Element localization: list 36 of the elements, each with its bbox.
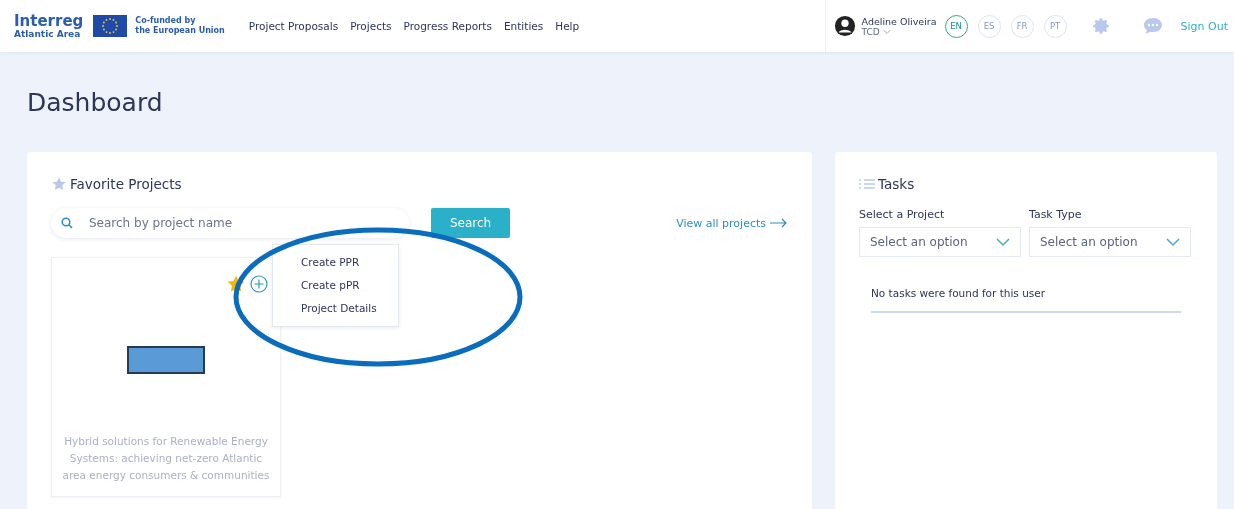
- star-icon: [51, 176, 67, 192]
- nav-link[interactable]: Project Proposals: [248, 20, 339, 32]
- page-title: Dashboard: [26, 87, 164, 119]
- chevron-down-icon: [1166, 237, 1180, 247]
- search-field[interactable]: Search by project name: [87, 215, 409, 231]
- select-dropdown[interactable]: Select an option: [1029, 227, 1191, 257]
- nav-link[interactable]: Projects: [350, 20, 392, 32]
- card-title: Tasks: [878, 176, 915, 192]
- project-title: Hybrid solutions for Renewable Energy Systems: achieving net-zero Atlantic area energy consumers & communities: [62, 434, 270, 483]
- funding-label: Co-funded by the European Union: [135, 16, 225, 36]
- filter-label: Select a Project: [859, 208, 946, 221]
- menu-item[interactable]: Project Details: [273, 297, 398, 320]
- view-all-link[interactable]: View all projects: [676, 216, 788, 230]
- nav-link[interactable]: Entities: [503, 20, 544, 32]
- user-name: Adeline Oliveira: [861, 15, 937, 27]
- select-dropdown[interactable]: Select an option: [859, 227, 1021, 257]
- organization-dropdown[interactable]: TCD: [861, 26, 937, 37]
- filter-label: Task Type: [1029, 208, 1083, 221]
- arrow-right-icon: [770, 218, 788, 228]
- search-icon: [61, 217, 73, 229]
- nav-link[interactable]: Progress Reports: [403, 20, 492, 32]
- user-avatar-icon: [833, 15, 856, 37]
- add-circle-icon[interactable]: [250, 275, 268, 293]
- chevron-down-icon: [996, 237, 1010, 247]
- settings-icon[interactable]: [1092, 17, 1111, 35]
- menu-item[interactable]: Create PPR: [273, 251, 398, 274]
- chevron-down-icon: [882, 28, 891, 35]
- empty-message: No tasks were found for this user: [871, 287, 1181, 313]
- menu-item[interactable]: Create pPR: [273, 274, 398, 297]
- flag-icon: [93, 15, 128, 37]
- checklist-icon: [859, 178, 875, 190]
- logo[interactable]: Interreg Atlantic Area: [14, 13, 84, 39]
- language-button[interactable]: EN: [944, 14, 968, 38]
- chat-icon[interactable]: [1142, 17, 1163, 35]
- nav-link[interactable]: Help: [555, 20, 580, 32]
- card-title: Favorite Projects: [70, 176, 182, 192]
